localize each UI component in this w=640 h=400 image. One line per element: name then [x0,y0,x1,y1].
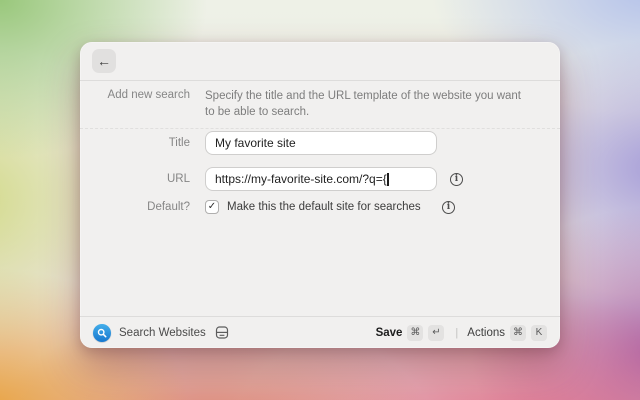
text-cursor [387,173,389,186]
add-search-dialog: ← Add new search Specify the title and t… [80,42,560,348]
actions-button[interactable]: Actions [467,327,505,339]
app-name: Search Websites [119,327,206,339]
title-row: Title My favorite site [80,131,560,155]
url-input[interactable]: https://my-favorite-site.com/?q={ [205,167,437,191]
section-description: Specify the title and the URL template o… [205,88,527,120]
back-arrow-icon: ← [97,54,111,68]
magnifier-icon [97,328,107,338]
section-header: Add new search Specify the title and the… [80,88,560,120]
title-label: Title [80,137,190,149]
footer-separator: | [455,327,458,339]
default-label: Default? [80,201,190,213]
cmd-keycap: ⌘ [510,325,526,341]
url-label: URL [80,173,190,185]
url-info-icon[interactable]: i [450,173,463,186]
dialog-header: ← [80,42,560,80]
default-checkbox[interactable]: ✓ [205,200,219,214]
header-divider [80,80,560,81]
disk-icon [215,326,229,339]
return-keycap: ↵ [428,325,444,341]
default-checkbox-wrap: ✓ Make this the default site for searche… [205,200,421,214]
k-keycap: K [531,325,547,341]
default-row: Default? ✓ Make this the default site fo… [80,199,560,215]
checkmark-icon: ✓ [208,202,216,212]
section-label: Add new search [80,88,190,120]
footer-bar: Search Websites Save ⌘ ↵ | Actions ⌘ K [80,317,560,348]
title-input-value: My favorite site [215,136,296,150]
default-info-icon[interactable]: i [442,201,455,214]
section-divider [80,128,560,129]
back-button[interactable]: ← [92,49,116,73]
search-websites-app-icon [93,324,111,342]
default-checkbox-label[interactable]: Make this the default site for searches [227,201,421,213]
cmd-keycap: ⌘ [407,325,423,341]
url-input-value: https://my-favorite-site.com/?q={ [215,172,387,186]
save-button[interactable]: Save [376,327,403,339]
url-row: URL https://my-favorite-site.com/?q={ i [80,167,560,191]
title-input[interactable]: My favorite site [205,131,437,155]
